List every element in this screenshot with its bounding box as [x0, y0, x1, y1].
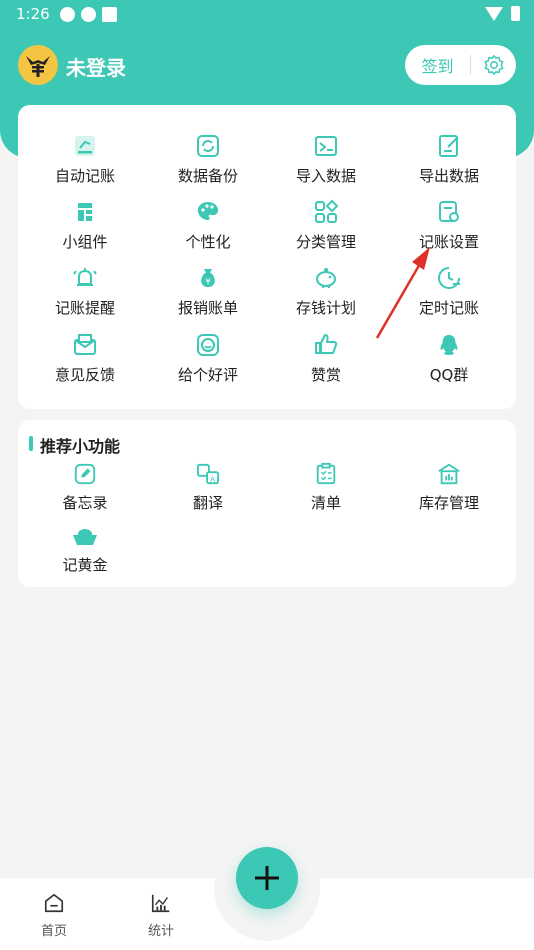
tool-label: 意见反馈 — [54, 366, 115, 384]
tool-label: 记账提醒 — [54, 299, 115, 317]
widget-icon — [78, 203, 92, 221]
header-actions: 签到 — [405, 45, 516, 85]
tool-label: 记账设置 — [418, 233, 479, 251]
tool-label: 个性化 — [185, 233, 231, 251]
logo-icon — [26, 56, 50, 77]
settings-button[interactable] — [471, 54, 516, 76]
svg-text:A: A — [210, 474, 215, 483]
auto-bookkeeping-icon — [75, 136, 95, 156]
palette-icon — [197, 202, 219, 220]
nav-stats-label: 统计 — [147, 924, 174, 939]
wifi-icon — [485, 6, 503, 21]
warehouse-icon — [438, 463, 460, 485]
gold-icon — [73, 529, 97, 545]
tool-rate-us[interactable]: 给个好评 — [146, 332, 270, 385]
svg-text:¥: ¥ — [205, 277, 210, 286]
notification-icons — [60, 7, 117, 22]
tool-label: 小组件 — [62, 233, 108, 251]
tool-auto-bookkeeping[interactable]: 自动记账 — [23, 133, 147, 186]
tool-label: 分类管理 — [295, 233, 356, 251]
section-accent-bar — [29, 436, 33, 451]
feature-memo[interactable]: 备忘录 — [23, 462, 147, 513]
tool-bookkeeping-settings[interactable]: 记账设置 — [387, 199, 511, 252]
feature-translate[interactable]: A 翻译 — [146, 462, 270, 513]
feature-checklist[interactable]: 清单 — [264, 462, 388, 513]
tool-label: 定时记账 — [418, 299, 479, 317]
notification-icon — [60, 7, 75, 22]
feature-label: 库存管理 — [418, 494, 479, 512]
tool-feedback[interactable]: 意见反馈 — [23, 332, 147, 385]
tool-data-backup[interactable]: 数据备份 — [146, 133, 270, 186]
notification-icon — [81, 7, 96, 22]
tool-appreciate[interactable]: 赞赏 — [264, 332, 388, 385]
tool-label: 数据备份 — [177, 167, 238, 185]
feature-label: 翻译 — [192, 494, 223, 512]
tool-label: 报销账单 — [177, 299, 238, 317]
piggy-bank-icon — [316, 268, 336, 288]
tool-bookkeeping-reminder[interactable]: 记账提醒 — [23, 265, 147, 318]
feature-label: 记黄金 — [62, 556, 108, 574]
feature-label: 备忘录 — [62, 494, 108, 512]
memo-icon — [74, 463, 96, 485]
tool-label: 自动记账 — [54, 167, 115, 185]
tools-card: 自动记账 数据备份 导入数据 导出数据 小组件 个性化 分类管理 记账设置 记账… — [18, 105, 516, 409]
recommended-card: 推荐小功能 备忘录 A 翻译 清单 库存管理 记黄金 — [18, 420, 516, 587]
checklist-icon — [316, 462, 336, 485]
settings-doc-icon — [439, 201, 459, 222]
feedback-icon — [74, 334, 96, 355]
money-bag-icon: ¥ — [201, 269, 215, 287]
tool-personalize[interactable]: 个性化 — [146, 199, 270, 252]
tool-savings-plan[interactable]: 存钱计划 — [264, 265, 388, 318]
add-button[interactable] — [236, 847, 298, 909]
battery-icon — [511, 6, 520, 21]
clock-icon — [438, 267, 460, 289]
feature-inventory[interactable]: 库存管理 — [387, 462, 511, 513]
tool-label: 赞赏 — [310, 366, 341, 384]
rate-icon — [197, 334, 219, 356]
feature-label: 清单 — [310, 494, 341, 512]
username[interactable]: 未登录 — [66, 52, 126, 81]
bell-icon — [73, 268, 97, 286]
status-time: 1:26 — [16, 5, 50, 23]
nav-home[interactable]: 首页 — [24, 892, 84, 939]
tool-widget[interactable]: 小组件 — [23, 199, 147, 252]
tool-label: 导入数据 — [295, 167, 356, 185]
avatar[interactable] — [18, 45, 58, 85]
status-indicators — [485, 6, 520, 21]
translate-icon: A — [196, 463, 220, 485]
home-icon — [44, 893, 64, 913]
category-icon — [315, 199, 339, 223]
gear-icon — [484, 55, 503, 75]
data-backup-icon — [197, 135, 219, 157]
status-bar: 1:26 — [0, 0, 534, 28]
tool-export-data[interactable]: 导出数据 — [387, 133, 511, 186]
tool-qq-group[interactable]: QQ群 — [387, 332, 511, 385]
nav-stats[interactable]: 统计 — [131, 892, 191, 939]
section-title: 推荐小功能 — [40, 437, 121, 456]
tool-category-management[interactable]: 分类管理 — [264, 199, 388, 252]
signin-button[interactable]: 签到 — [405, 53, 470, 77]
tool-label: 导出数据 — [418, 167, 479, 185]
tool-label: 存钱计划 — [295, 299, 356, 317]
chart-icon — [151, 894, 170, 913]
feature-gold[interactable]: 记黄金 — [23, 524, 147, 575]
nav-home-label: 首页 — [40, 924, 67, 939]
thumbs-up-icon — [315, 334, 338, 354]
tool-label: QQ群 — [429, 366, 469, 384]
tool-label: 给个好评 — [177, 366, 238, 384]
qq-icon — [440, 335, 458, 355]
notification-icon — [102, 7, 117, 22]
tool-reimbursement-bill[interactable]: ¥ 报销账单 — [146, 265, 270, 318]
export-data-icon — [439, 135, 459, 157]
tool-import-data[interactable]: 导入数据 — [264, 133, 388, 186]
plus-icon — [255, 866, 279, 890]
import-data-icon — [315, 136, 337, 156]
tool-scheduled-bookkeeping[interactable]: 定时记账 — [387, 265, 511, 318]
